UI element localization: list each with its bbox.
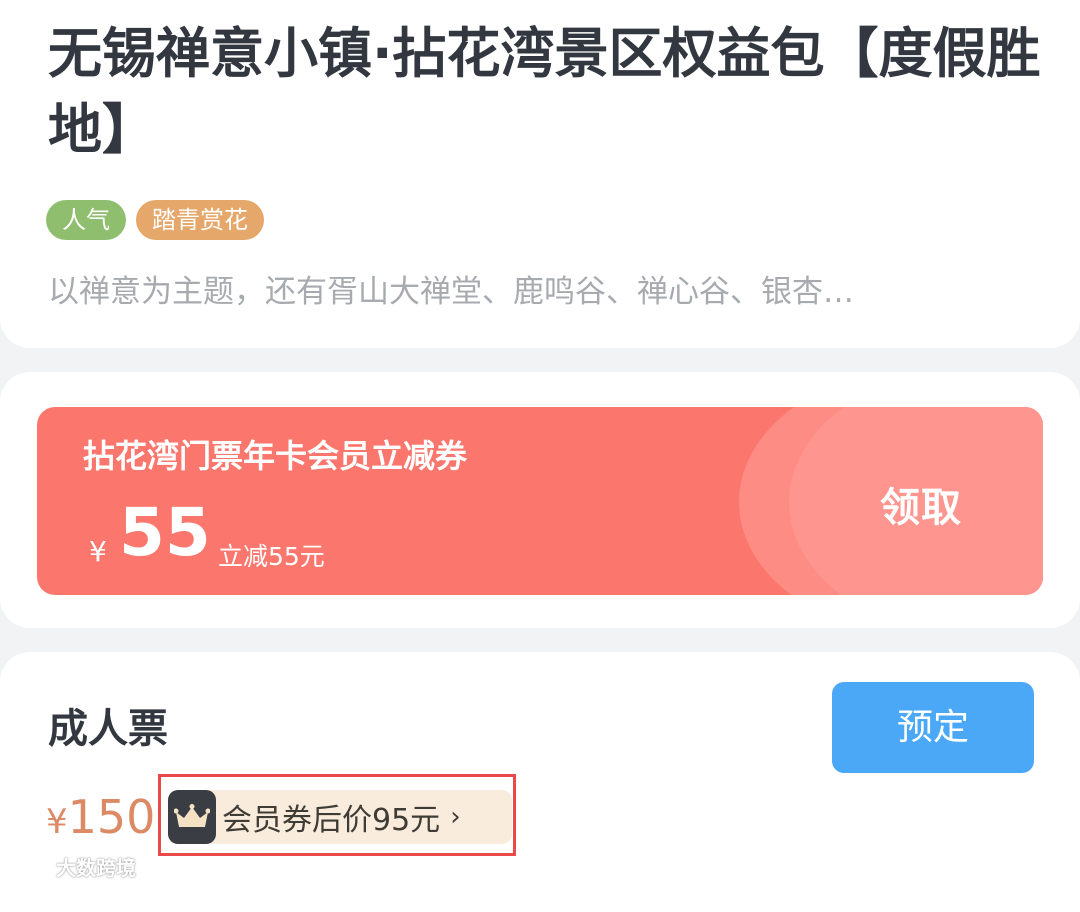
coupon-name: 拈花湾门票年卡会员立减券	[83, 437, 468, 475]
crown-icon	[168, 790, 216, 844]
ticket-name: 成人票	[48, 706, 168, 752]
coupon-card: 拈花湾门票年卡会员立减券 ¥ 55 立减55元 领取	[0, 372, 1080, 628]
ticket-card: 成人票 预定 ¥150 会员券后价95元 ›	[0, 652, 1080, 912]
product-title: 无锡禅意小镇·拈花湾景区权益包【度假胜地】	[48, 22, 1041, 161]
watermark-logo-icon	[11, 857, 50, 877]
book-button[interactable]: 预定	[832, 682, 1034, 773]
watermark: 大数跨境	[10, 852, 136, 881]
coupon-currency: ¥	[89, 535, 107, 568]
price-currency: ¥	[46, 802, 68, 842]
tag-spring-flowers: 踏青赏花	[136, 200, 264, 240]
chevron-right-icon: ›	[450, 802, 461, 832]
product-description[interactable]: 以禅意为主题，还有胥山大禅堂、鹿鸣谷、禅心谷、银杏…	[48, 266, 1038, 311]
ticket-price: ¥150	[46, 790, 155, 844]
member-price-text: 会员券后价95元	[222, 803, 441, 838]
price-value: 150	[67, 790, 156, 844]
coupon-banner[interactable]: 拈花湾门票年卡会员立减券 ¥ 55 立减55元 领取	[37, 407, 1043, 595]
watermark-text: 大数跨境	[56, 856, 136, 880]
tag-list: 人气 踏青赏花	[46, 200, 264, 240]
claim-coupon-button[interactable]: 领取	[880, 475, 962, 533]
product-info-card: 无锡禅意小镇·拈花湾景区权益包【度假胜地】 人气 踏青赏花 以禅意为主题，还有胥…	[0, 0, 1080, 348]
tag-popular: 人气	[46, 200, 126, 240]
coupon-amount: 55	[119, 494, 211, 571]
member-price-link[interactable]: 会员券后价95元 ›	[168, 790, 512, 844]
coupon-subtitle: 立减55元	[218, 542, 325, 571]
